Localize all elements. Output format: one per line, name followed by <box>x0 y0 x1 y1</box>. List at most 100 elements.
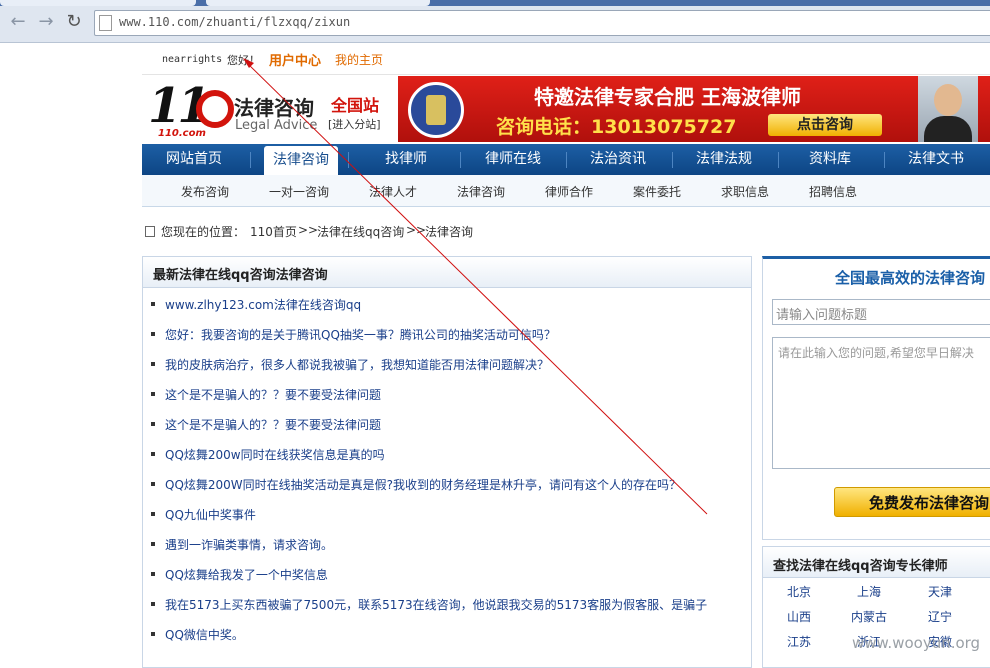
list-item-link[interactable]: 我在5173上买东西被骗了7500元，联系5173在线咨询，他说跟我交易的517… <box>165 596 745 613</box>
subnav-one-on-one[interactable]: 一对一咨询 <box>269 183 329 200</box>
subnav-cooperation[interactable]: 律师合作 <box>545 183 593 200</box>
question-textarea[interactable]: 请在此输入您的问题,希望您早日解决 <box>772 337 990 469</box>
page-icon <box>99 15 112 31</box>
list-item-link[interactable]: 遇到一诈骗类事情，请求咨询。 <box>165 536 745 553</box>
title-placeholder: 请输入问题标题 <box>776 308 868 323</box>
nav-divider <box>250 152 251 168</box>
list-item-link[interactable]: QQ炫舞200w同时在线获奖信息是真的吗 <box>165 446 745 463</box>
region-link[interactable]: 上海 <box>857 583 881 600</box>
nav-divider <box>348 152 349 168</box>
bullet-icon <box>151 542 155 546</box>
my-home-link[interactable]: 我的主页 <box>335 51 383 68</box>
list-item-link[interactable]: 我的皮肤病治疗，很多人都说我被骗了，我想知道能否用法律问题解决？ <box>165 356 745 373</box>
nav-library[interactable]: 资料库 <box>778 144 882 175</box>
list-item[interactable]: QQ炫舞给我发了一个中奖信息 <box>151 564 741 584</box>
logo-domain: 110.com <box>158 128 206 139</box>
free-publish-button[interactable]: 免费发布法律咨询 <box>834 487 990 517</box>
list-item-link[interactable]: QQ九仙中奖事件 <box>165 506 745 523</box>
site-logo[interactable]: 11 110.com 法律咨询 Legal Advice 全国站 [进入分站] <box>142 76 398 142</box>
nav-laws[interactable]: 法律法规 <box>672 144 776 175</box>
list-item[interactable]: QQ微信中奖。 <box>151 624 741 644</box>
region-link[interactable]: 北京 <box>787 583 811 600</box>
region-link[interactable]: 辽宁 <box>928 608 952 625</box>
list-item-link[interactable]: 您好：我要咨询的是关于腾讯QQ抽奖一事？腾讯公司的抽奖活动可信吗？ <box>165 326 745 343</box>
list-item[interactable]: QQ九仙中奖事件 <box>151 504 741 524</box>
sub-nav: 发布咨询 一对一咨询 法律人才 法律咨询 律师合作 案件委托 求职信息 招聘信息 <box>142 175 990 207</box>
breadcrumb-sep: >> <box>406 223 427 237</box>
enter-substation-link[interactable]: [进入分站] <box>328 116 381 132</box>
address-bar[interactable]: www.110.com/zhuanti/flzxqq/zixun <box>94 10 990 36</box>
question-title-input[interactable]: 请输入问题标题 <box>772 299 990 325</box>
region-link[interactable]: 天津 <box>928 583 952 600</box>
list-item-link[interactable]: QQ炫舞给我发了一个中奖信息 <box>165 566 745 583</box>
username: nearrights <box>162 54 223 65</box>
nav-documents[interactable]: 法律文书 <box>884 144 988 175</box>
latest-consult-panel: 最新法律在线qq咨询法律咨询 www.zlhy123.com法律在线咨询qq 您… <box>142 256 752 668</box>
subnav-consult[interactable]: 法律咨询 <box>457 183 505 200</box>
list-item[interactable]: 我在5173上买东西被骗了7500元，联系5173在线咨询，他说跟我交易的517… <box>151 594 741 614</box>
nav-legal-consult[interactable]: 法律咨询 <box>264 146 338 175</box>
bullet-icon <box>151 512 155 516</box>
region-link[interactable]: 江苏 <box>787 633 811 650</box>
list-item[interactable]: www.zlhy123.com法律在线咨询qq <box>151 294 741 314</box>
region-link[interactable]: 内蒙古 <box>851 608 887 625</box>
subnav-post-consult[interactable]: 发布咨询 <box>181 183 229 200</box>
panel-title: 最新法律在线qq咨询法律咨询 <box>153 268 328 283</box>
nav-lawyer-online[interactable]: 律师在线 <box>460 144 566 175</box>
bullet-icon <box>151 452 155 456</box>
bullet-icon <box>151 392 155 396</box>
forward-icon[interactable]: → <box>36 12 56 32</box>
list-item[interactable]: 这个是不是骗人的？？要不要受法律问题 <box>151 414 741 434</box>
list-item[interactable]: 这个是不是骗人的？？要不要受法律问题 <box>151 384 741 404</box>
list-item-link[interactable]: QQ炫舞200W同时在线抽奖活动是真是假?我收到的财务经理是林升亭，请问有这个人… <box>165 476 745 493</box>
region-link[interactable]: 山西 <box>787 608 811 625</box>
browser-tab-active[interactable] <box>206 0 430 6</box>
list-item[interactable]: 您好：我要咨询的是关于腾讯QQ抽奖一事？腾讯公司的抽奖活动可信吗？ <box>151 324 741 344</box>
logo-ring-icon <box>196 90 234 128</box>
click-consult-button[interactable]: 点击咨询 <box>768 114 882 136</box>
reload-icon[interactable]: ↻ <box>64 12 84 32</box>
list-item-link[interactable]: 这个是不是骗人的？？要不要受法律问题 <box>165 386 745 403</box>
subnav-recruitment[interactable]: 招聘信息 <box>809 183 857 200</box>
bullet-icon <box>151 482 155 486</box>
list-item-link[interactable]: www.zlhy123.com法律在线咨询qq <box>165 296 745 313</box>
lawyers-association-emblem-icon <box>408 82 464 138</box>
subnav-talent[interactable]: 法律人才 <box>369 183 417 200</box>
list-item-link[interactable]: 这个是不是骗人的？？要不要受法律问题 <box>165 416 745 433</box>
lawyer-banner[interactable]: 特邀法律专家合肥 王海波律师 咨询电话：13013075727 点击咨询 <box>398 76 990 142</box>
bullet-icon <box>151 302 155 306</box>
user-topbar: nearrights 您好！ 用户中心 我的主页 <box>142 46 990 75</box>
nav-home[interactable]: 网站首页 <box>142 144 246 175</box>
list-item[interactable]: QQ炫舞200W同时在线抽奖活动是真是假?我收到的财务经理是林升亭，请问有这个人… <box>151 474 741 494</box>
ask-panel-title: 全国最高效的法律咨询 <box>835 269 986 287</box>
nav-find-lawyer[interactable]: 找律师 <box>354 144 458 175</box>
nav-legal-news[interactable]: 法治资讯 <box>566 144 670 175</box>
subnav-job-seeking[interactable]: 求职信息 <box>721 183 769 200</box>
watermark: www.wooyun.org <box>852 634 981 652</box>
list-item[interactable]: 遇到一诈骗类事情，请求咨询。 <box>151 534 741 554</box>
subnav-case-entrust[interactable]: 案件委托 <box>633 183 681 200</box>
bullet-icon <box>151 422 155 426</box>
greeting: 您好！ <box>227 54 260 67</box>
logo-subtitle: Legal Advice <box>235 118 318 133</box>
station-label: 全国站 <box>331 96 380 115</box>
ask-question-panel: 全国最高效的法律咨询 请输入问题标题 请在此输入您的问题,希望您早日解决 免费发… <box>762 256 990 540</box>
user-center-link[interactable]: 用户中心 <box>269 50 321 69</box>
banner-phone: 咨询电话：13013075727 <box>496 116 737 138</box>
breadcrumb-home[interactable]: 110首页 <box>250 223 297 240</box>
browser-chrome: ← → ↻ www.110.com/zhuanti/flzxqq/zixun <box>0 0 990 43</box>
document-icon <box>145 226 155 237</box>
breadcrumb-section[interactable]: 法律在线qq咨询 <box>317 223 404 240</box>
browser-tab[interactable] <box>0 0 196 6</box>
main-nav: 网站首页 法律咨询 找律师 律师在线 法治资讯 法律法规 资料库 法律文书 <box>142 144 990 175</box>
back-icon[interactable]: ← <box>8 12 28 32</box>
list-item[interactable]: QQ炫舞200w同时在线获奖信息是真的吗 <box>151 444 741 464</box>
bullet-icon <box>151 362 155 366</box>
panel-header: 最新法律在线qq咨询法律咨询 <box>143 257 751 288</box>
url-text[interactable]: www.110.com/zhuanti/flzxqq/zixun <box>119 15 350 29</box>
list-item-link[interactable]: QQ微信中奖。 <box>165 626 745 643</box>
list-item[interactable]: 我的皮肤病治疗，很多人都说我被骗了，我想知道能否用法律问题解决？ <box>151 354 741 374</box>
publish-label: 免费发布法律咨询 <box>869 494 990 512</box>
breadcrumb-sep: >> <box>298 223 319 237</box>
banner-title: 特邀法律专家合肥 王海波律师 <box>534 85 801 109</box>
